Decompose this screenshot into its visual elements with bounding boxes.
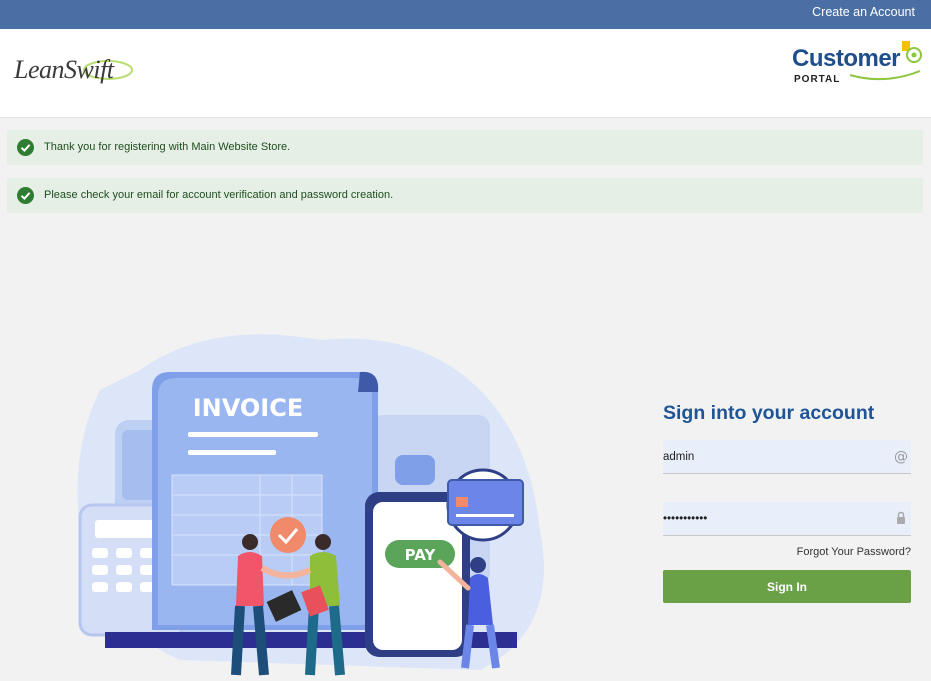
svg-text:@: @: [894, 449, 908, 464]
create-account-link[interactable]: Create an Account: [812, 5, 915, 19]
message-text: Please check your email for account veri…: [44, 189, 394, 201]
username-field[interactable]: @: [663, 440, 911, 474]
forgot-password-link[interactable]: Forgot Your Password?: [797, 546, 911, 558]
info-message: Please check your email for account veri…: [7, 178, 923, 213]
logo-sub-text: PORTAL: [794, 74, 841, 85]
success-message: Thank you for registering with Main Webs…: [7, 130, 923, 165]
check-circle-icon: [17, 187, 34, 204]
at-sign-icon: @: [894, 449, 908, 464]
sign-in-button[interactable]: Sign In: [663, 570, 911, 603]
header: LeanSwift Customer PORTAL: [0, 29, 931, 118]
pay-label: PAY: [405, 546, 437, 564]
logo-main-text: Customer: [792, 45, 901, 72]
password-field[interactable]: [663, 502, 911, 536]
invoice-payment-illustration: INVOICE PAY: [77, 334, 544, 676]
username-input[interactable]: [663, 440, 883, 473]
message-text: Thank you for registering with Main Webs…: [44, 141, 291, 153]
signin-panel: Sign into your account: [663, 402, 911, 425]
logo-text: LeanSwift: [14, 55, 114, 84]
invoice-label: INVOICE: [193, 394, 304, 422]
password-input[interactable]: [663, 502, 883, 535]
lock-icon: [897, 511, 905, 524]
leanswift-logo[interactable]: LeanSwift: [12, 51, 142, 91]
check-circle-icon: [17, 139, 34, 156]
customer-portal-logo: Customer PORTAL: [790, 41, 925, 103]
top-bar: Create an Account: [0, 0, 931, 29]
signin-title: Sign into your account: [663, 402, 875, 424]
